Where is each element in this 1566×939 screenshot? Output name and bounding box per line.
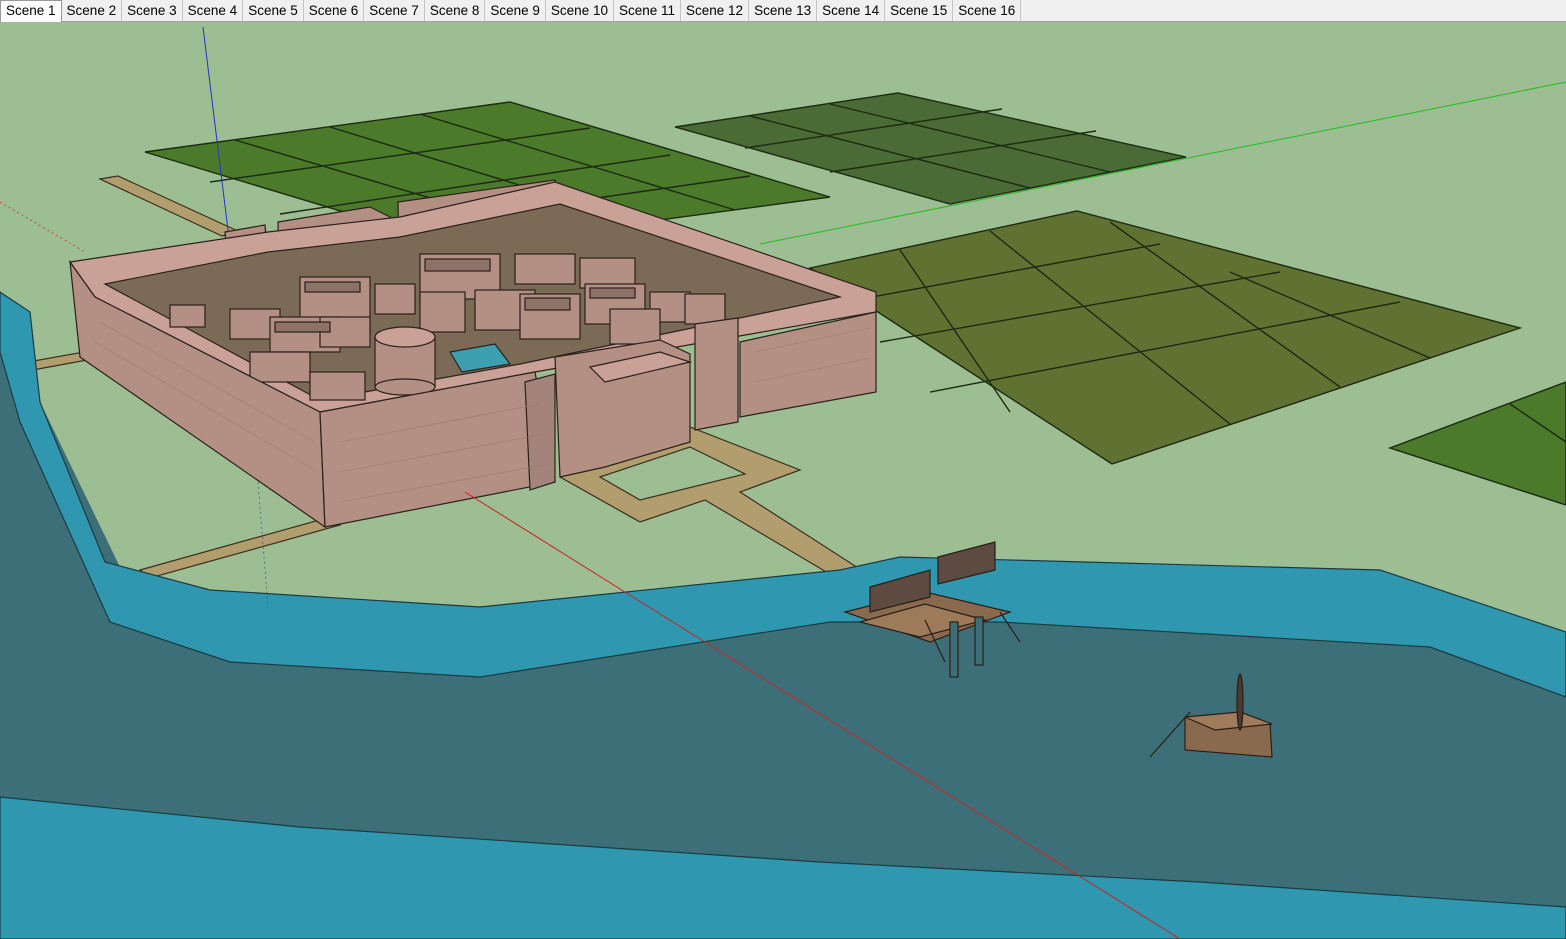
scene-tab-bar: Scene 1 Scene 2 Scene 3 Scene 4 Scene 5 Scene…	[0, 0, 1566, 22]
scene-tab[interactable]: Scene 10	[545, 0, 614, 21]
scene-tab[interactable]: Scene 6	[303, 0, 365, 21]
scene-tab[interactable]: Scene 15	[885, 0, 954, 21]
scene-tab[interactable]: Scene 7	[364, 0, 425, 21]
scene-tab[interactable]: Scene 1	[0, 0, 62, 22]
scene-tab[interactable]: Scene 4	[182, 0, 244, 21]
scene-tab[interactable]: Scene 14	[817, 0, 886, 21]
scene-tab[interactable]: Scene 13	[749, 0, 818, 21]
scene-tab[interactable]: Scene 3	[122, 0, 183, 21]
scene-tab[interactable]: Scene 12	[681, 0, 750, 21]
scene-tab[interactable]: Scene 5	[243, 0, 304, 21]
3d-viewport[interactable]	[0, 22, 1566, 939]
scene-tab[interactable]: Scene 9	[485, 0, 546, 21]
scene-tab[interactable]: Scene 8	[424, 0, 486, 21]
scene-tab[interactable]: Scene 11	[613, 0, 682, 21]
scene-tab[interactable]: Scene 2	[61, 0, 123, 21]
scene-tab[interactable]: Scene 16	[953, 0, 1022, 21]
